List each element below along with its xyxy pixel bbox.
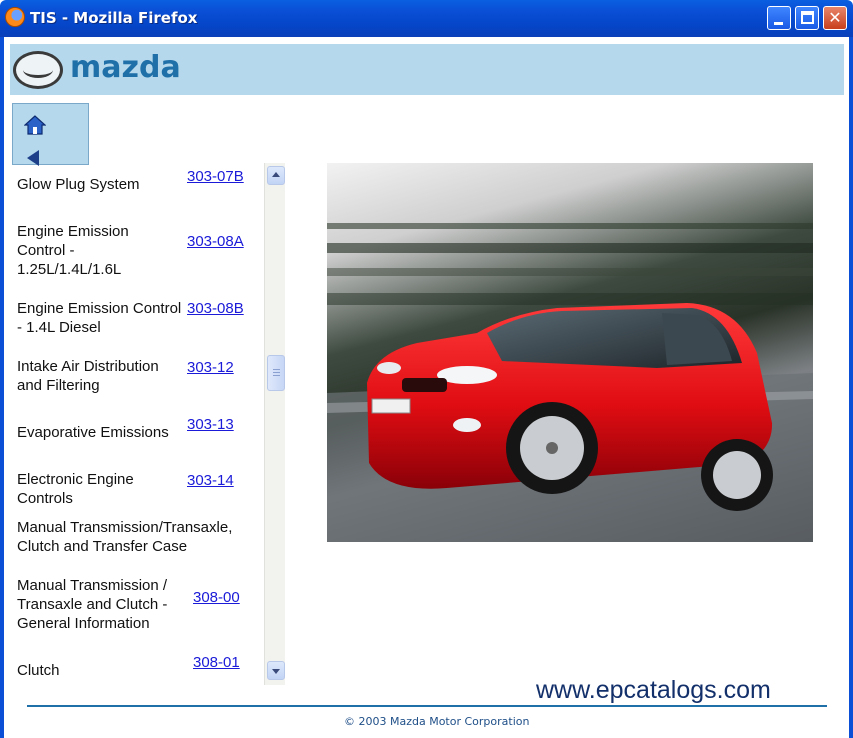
maximize-icon (801, 11, 814, 24)
section-link-303-12[interactable]: 303-12 (187, 358, 234, 377)
maximize-button[interactable] (795, 6, 819, 30)
list-scrollbar[interactable] (264, 163, 285, 685)
home-icon[interactable] (24, 114, 46, 136)
list-item-label: Evaporative Emissions (17, 424, 169, 441)
car-illustration (327, 223, 813, 542)
section-link-308-01[interactable]: 308-01 (193, 653, 240, 672)
minimize-button[interactable] (767, 6, 791, 30)
mazda-header-banner: mazda (10, 44, 844, 95)
list-item-label: Manual Transmission / Transaxle and Clut… (17, 577, 168, 632)
list-group-heading: Manual Transmission/Transaxle, Clutch an… (17, 519, 233, 555)
mazda-logo-icon (13, 51, 63, 89)
footer-divider (27, 705, 827, 707)
list-item-label: Engine Emission Control - 1.4L Diesel (17, 300, 182, 336)
list-item-label: Glow Plug System (17, 176, 140, 193)
section-link-303-08a[interactable]: 303-08A (187, 232, 244, 251)
window-title: TIS - Mozilla Firefox (30, 9, 198, 27)
close-icon: ✕ (828, 8, 842, 27)
car-photo (327, 163, 813, 542)
window-frame-left (0, 37, 4, 738)
list-item-label: Electronic Engine Controls (17, 471, 134, 507)
list-item-label: Clutch (17, 662, 60, 679)
window-titlebar: TIS - Mozilla Firefox ✕ (0, 0, 853, 37)
section-link-303-08b[interactable]: 303-08B (187, 299, 244, 318)
watermark-text: www.epcatalogs.com (536, 676, 771, 704)
scroll-thumb[interactable] (267, 355, 285, 391)
section-link-303-14[interactable]: 303-14 (187, 471, 234, 490)
nav-panel (12, 103, 89, 166)
minimize-icon (774, 22, 783, 25)
section-list: Glow Plug System 303-07B Engine Emission… (12, 163, 264, 685)
firefox-icon (5, 7, 25, 27)
list-item-label: Intake Air Distribution and Filtering (17, 358, 159, 394)
chevron-down-icon (272, 669, 280, 674)
list-item-label: Engine Emission Control - 1.25L/1.4L/1.6… (17, 223, 129, 278)
scroll-down-button[interactable] (267, 661, 285, 680)
mazda-wordmark: mazda (70, 50, 181, 85)
window-frame-right (849, 37, 853, 738)
copyright-text: © 2003 Mazda Motor Corporation (344, 715, 530, 728)
section-link-303-07b[interactable]: 303-07B (187, 167, 244, 186)
section-link-303-13[interactable]: 303-13 (187, 415, 234, 434)
chevron-up-icon (272, 172, 280, 177)
section-link-308-00[interactable]: 308-00 (193, 588, 240, 607)
scroll-up-button[interactable] (267, 166, 285, 185)
close-button[interactable]: ✕ (823, 6, 847, 30)
